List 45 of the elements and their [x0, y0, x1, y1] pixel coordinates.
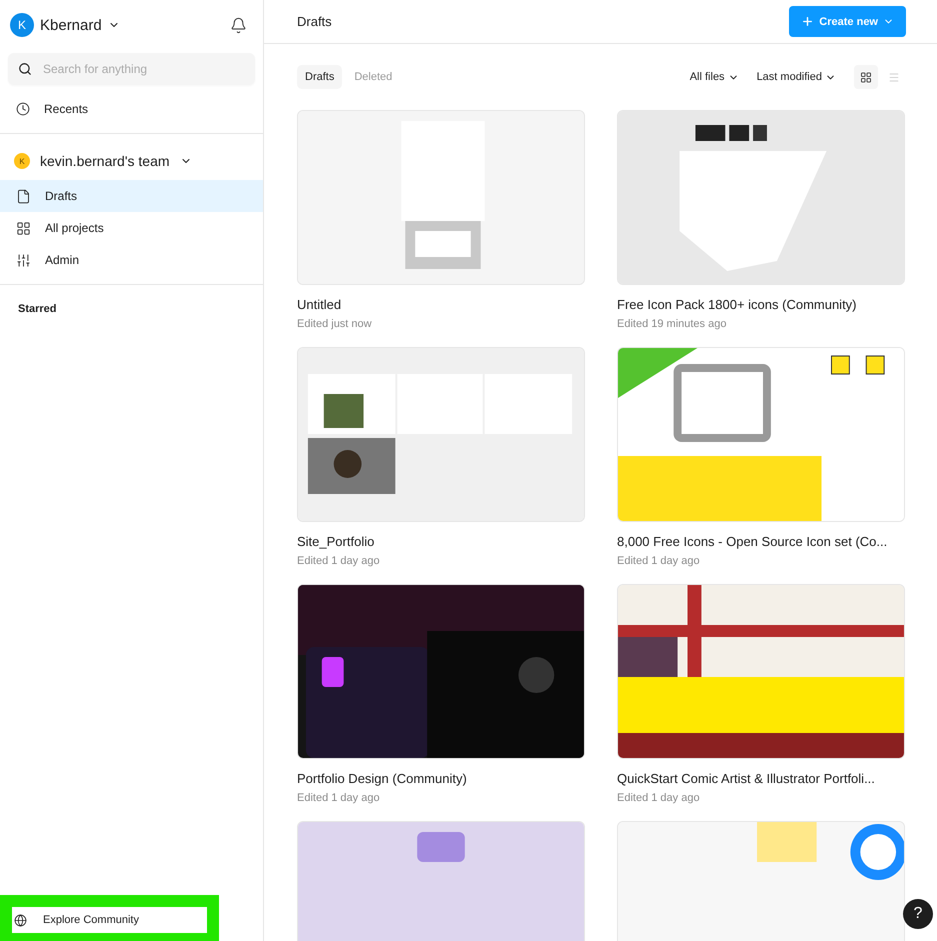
grid-view-button[interactable]	[854, 65, 878, 89]
clock-icon	[16, 102, 30, 116]
edited-time: Edited 19 minutes ago	[617, 318, 728, 330]
help-button[interactable]: ?	[903, 899, 933, 929]
search-icon	[18, 62, 32, 76]
file-title: 8,000 Free Icons - Open Source Icon set (Co...	[617, 534, 888, 549]
explore-community-link[interactable]: Explore Community	[12, 907, 207, 933]
sidebar-label: Drafts	[45, 189, 78, 203]
plus-icon	[801, 15, 814, 28]
filter-dropdown[interactable]: All files	[690, 71, 739, 83]
recents-label: Recents	[44, 102, 88, 116]
sidebar-label: All projects	[45, 221, 104, 235]
file-title: Untitled	[297, 297, 342, 312]
file-title: QuickStart Comic Artist & Illustrator Portfoli...	[617, 771, 876, 786]
team-name: kevin.bernard's team	[40, 153, 170, 169]
starred-heading: Starred	[17, 302, 58, 317]
account-menu[interactable]: K Kbernard	[10, 13, 120, 37]
file-title: Portfolio Design (Community)	[297, 771, 468, 786]
account-name: Kbernard	[40, 16, 102, 34]
sliders-icon	[16, 252, 31, 268]
edited-time: Edited just now	[297, 318, 373, 330]
recents-item[interactable]: Recents	[0, 93, 263, 125]
notifications-button[interactable]	[230, 16, 247, 34]
grid-icon	[16, 220, 31, 236]
page-title: Drafts	[297, 14, 332, 29]
file-title: Site_Portfolio	[297, 534, 376, 549]
globe-icon	[14, 914, 27, 926]
file-title: Free Icon Pack 1800+ icons (Community)	[617, 297, 858, 312]
tab[interactable]: Drafts	[297, 65, 342, 89]
filter-dropdown[interactable]: Last modified	[756, 71, 836, 83]
account-avatar: K	[10, 13, 34, 37]
edited-time: Edited 1 day ago	[297, 792, 381, 804]
edited-time: Edited 1 day ago	[617, 792, 701, 804]
team-avatar: K	[14, 153, 30, 169]
sidebar-item[interactable]: All projects	[0, 212, 263, 244]
sidebar-item[interactable]: Drafts	[0, 180, 263, 212]
sidebar-item[interactable]: Admin	[0, 244, 263, 276]
document-icon	[16, 188, 31, 204]
sidebar-label: Admin	[45, 253, 80, 267]
edited-time: Edited 1 day ago	[617, 555, 701, 567]
team-menu[interactable]: K kevin.bernard's team	[0, 142, 263, 180]
bell-icon	[230, 16, 247, 34]
edited-time: Edited 1 day ago	[297, 555, 381, 567]
search-field[interactable]: Search for anything	[8, 53, 255, 85]
grid-icon	[860, 70, 872, 84]
